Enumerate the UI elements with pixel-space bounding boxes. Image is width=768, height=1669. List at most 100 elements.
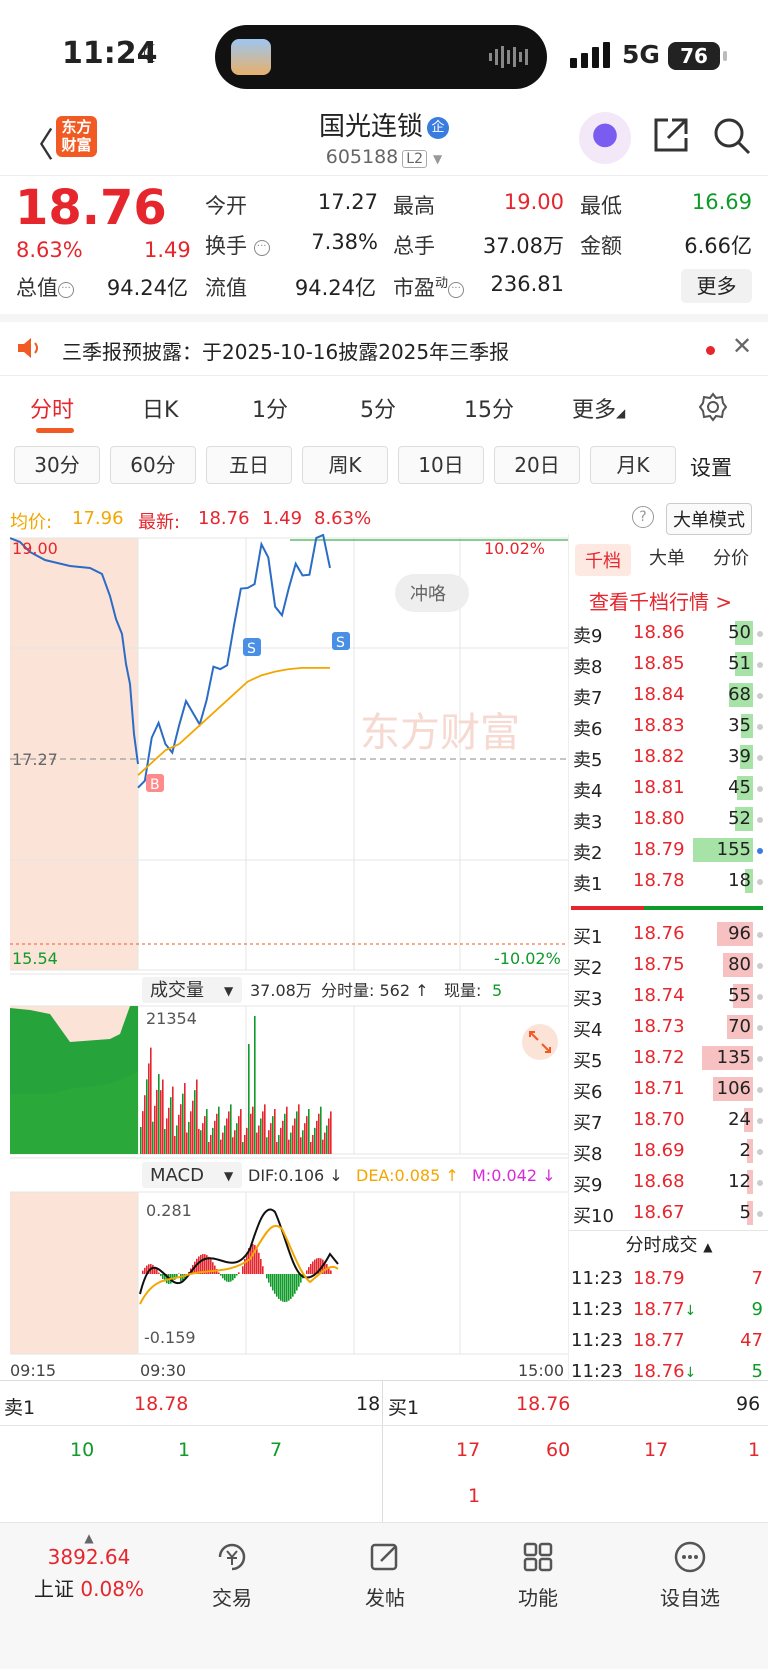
svg-text:S: S xyxy=(336,635,345,651)
bid-row[interactable]: 买1 18.76 96 xyxy=(569,919,765,950)
share-icon[interactable] xyxy=(652,116,690,154)
ask-volume: 45 xyxy=(728,777,751,798)
period-monthly[interactable]: 月K xyxy=(590,446,676,484)
comment-bubble[interactable]: 冲咯 xyxy=(395,574,469,612)
info-icon[interactable]: ··· xyxy=(448,282,465,298)
bid-volume: 106 xyxy=(716,1078,751,1099)
intraday-chart[interactable]: 东方财富 B S S 冲咯 19.00 10.02% 17.27 15.54 -… xyxy=(10,534,568,1379)
macd-bar xyxy=(228,1274,230,1282)
macd-bar xyxy=(220,1274,222,1276)
assistant-avatar[interactable] xyxy=(579,112,631,164)
dropdown-icon: ▼ xyxy=(224,984,234,998)
bid-row[interactable]: 买6 18.71 106 xyxy=(569,1074,765,1105)
ask-row[interactable]: 卖7 18.84 68 xyxy=(569,680,765,711)
chart-canvas[interactable]: 东方财富 B S S 冲咯 19.00 10.02% 17.27 15.54 -… xyxy=(10,534,568,1379)
sell-marker[interactable]: S xyxy=(332,632,350,651)
ask-row[interactable]: 卖2 18.79 155 xyxy=(569,835,765,866)
period-settings[interactable]: 设置 xyxy=(690,452,732,482)
row-dot xyxy=(757,1149,763,1155)
order-book: 千档 大单 分价 查看千档行情 > 卖9 18.86 50 卖8 18.85 5… xyxy=(568,534,768,1382)
volume-bar xyxy=(144,1095,146,1154)
float-cap-value: 94.24亿 xyxy=(294,276,376,300)
period-10day[interactable]: 10日 xyxy=(398,446,484,484)
nav-functions[interactable]: 功能 xyxy=(488,1537,588,1611)
bid-level: 买7 xyxy=(573,1113,603,1134)
period-30min[interactable]: 30分 xyxy=(14,446,100,484)
volume-bar xyxy=(164,1128,166,1154)
bid-row[interactable]: 买3 18.74 55 xyxy=(569,981,765,1012)
sell1-label: 卖1 xyxy=(4,1397,36,1419)
volume-bar xyxy=(172,1086,174,1154)
bid-row[interactable]: 买2 18.75 80 xyxy=(569,950,765,981)
trade-time: 11:23 xyxy=(571,1268,623,1289)
notice-bar[interactable]: 三季报预披露：于2025-10-16披露2025年三季报 ✕ xyxy=(0,314,768,376)
ask-row[interactable]: 卖3 18.80 52 xyxy=(569,804,765,835)
sell-marker[interactable]: S xyxy=(243,638,261,657)
ask-row[interactable]: 卖1 18.78 18 xyxy=(569,866,765,897)
info-icon[interactable]: ··· xyxy=(253,240,270,256)
ask-row[interactable]: 卖4 18.81 45 xyxy=(569,773,765,804)
volume-bar xyxy=(184,1083,186,1154)
y-top-label: 19.00 xyxy=(12,539,58,558)
trade-icon xyxy=(218,1543,246,1571)
ask-price: 18.80 xyxy=(633,808,685,829)
tab-daily-k[interactable]: 日K xyxy=(142,392,178,424)
period-60min[interactable]: 60分 xyxy=(110,446,196,484)
tab-5min[interactable]: 5分 xyxy=(360,392,396,424)
ask-level: 卖2 xyxy=(573,843,603,864)
macd-dif: DIF:0.106 ↓ xyxy=(248,1166,343,1185)
bid-volume: 80 xyxy=(728,954,751,975)
volume-bar xyxy=(226,1118,228,1154)
ob-tab-price[interactable]: 分价 xyxy=(713,544,749,570)
nav-post[interactable]: 发帖 xyxy=(335,1537,435,1611)
search-icon[interactable] xyxy=(712,116,752,156)
expand-icon[interactable] xyxy=(522,1024,558,1060)
buy-marker[interactable]: B xyxy=(146,774,164,793)
more-button[interactable]: 更多 xyxy=(681,269,752,303)
tab-more[interactable]: 更多◢ xyxy=(572,392,625,424)
trade-price: 18.77↓ xyxy=(633,1299,697,1320)
macd-bar xyxy=(292,1274,294,1297)
index-ticker[interactable]: ▲ 3892.64 上证 0.08% xyxy=(24,1531,154,1602)
big-order-mode-button[interactable]: 大单模式 xyxy=(666,503,752,535)
bid-row[interactable]: 买5 18.72 135 xyxy=(569,1043,765,1074)
ask-row[interactable]: 卖6 18.83 35 xyxy=(569,711,765,742)
bid-row[interactable]: 买8 18.69 2 xyxy=(569,1136,765,1167)
macd-bar xyxy=(280,1274,282,1301)
info-icon[interactable]: ··· xyxy=(58,282,74,298)
ask-row[interactable]: 卖5 18.82 39 xyxy=(569,742,765,773)
bid-row[interactable]: 买9 18.68 12 xyxy=(569,1167,765,1198)
nav-watchlist[interactable]: 设自选 xyxy=(640,1537,740,1611)
bid-price: 18.70 xyxy=(633,1109,685,1130)
macd-bar xyxy=(284,1274,286,1302)
ask-row[interactable]: 卖9 18.86 50 xyxy=(569,618,765,649)
help-icon[interactable]: ? xyxy=(632,506,654,528)
period-20day[interactable]: 20日 xyxy=(494,446,580,484)
volume-bar xyxy=(190,1111,192,1154)
amount-value: 6.66亿 xyxy=(684,234,752,258)
tab-1min[interactable]: 1分 xyxy=(252,392,288,424)
tab-fenshi[interactable]: 分时 xyxy=(30,392,74,424)
volume-bar xyxy=(236,1123,238,1154)
trade-row: 11:23 18.77↓ 9 xyxy=(569,1295,765,1326)
gear-icon[interactable] xyxy=(698,392,728,422)
bid-row[interactable]: 买7 18.70 24 xyxy=(569,1105,765,1136)
ob-tab-depth[interactable]: 千档 xyxy=(575,544,631,576)
ob-tab-bigorder[interactable]: 大单 xyxy=(649,544,685,570)
nav-trade[interactable]: 交易 xyxy=(182,1537,282,1611)
period-5day[interactable]: 五日 xyxy=(206,446,292,484)
close-icon[interactable]: ✕ xyxy=(732,332,752,360)
depth-link[interactable]: 查看千档行情 > xyxy=(589,586,732,615)
tab-15min[interactable]: 15分 xyxy=(464,392,514,424)
bid-row[interactable]: 买10 18.67 5 xyxy=(569,1198,765,1229)
bid-row[interactable]: 买4 18.73 70 xyxy=(569,1012,765,1043)
volume-bar xyxy=(318,1113,320,1154)
ask-row[interactable]: 卖8 18.85 51 xyxy=(569,649,765,680)
volume-bar xyxy=(266,1137,268,1154)
volume-bar xyxy=(140,1127,142,1154)
status-bar: 11:24 ☾ 5G 76 xyxy=(0,0,768,110)
trades-title[interactable]: 分时成交 ▲ xyxy=(569,1230,768,1262)
enterprise-badge: 企 xyxy=(427,116,449,139)
row-dot xyxy=(757,786,763,792)
period-weekly[interactable]: 周K xyxy=(302,446,388,484)
